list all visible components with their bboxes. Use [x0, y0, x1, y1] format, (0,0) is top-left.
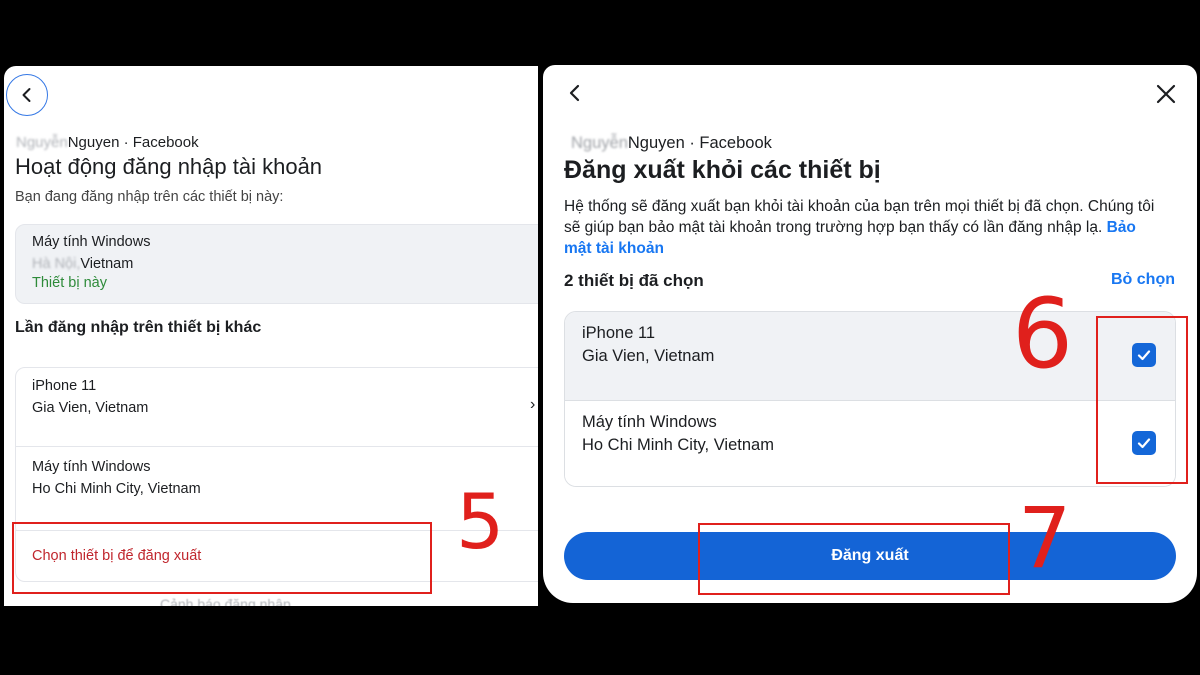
this-device-label: Thiết bị này — [32, 275, 107, 291]
step6-label: 6 — [1012, 278, 1074, 390]
device-location: Gia Vien, Vietnam — [582, 347, 715, 365]
device-location: Gia Vien, Vietnam — [32, 400, 149, 416]
account-breadcrumb: NguyễnNguyen · Facebook — [16, 134, 199, 151]
back-button[interactable] — [565, 83, 585, 108]
close-icon — [1156, 84, 1176, 104]
list-item[interactable]: iPhone 11 Gia Vien, Vietnam — [32, 378, 148, 416]
device-location: Ho Chi Minh City, Vietnam — [32, 481, 201, 497]
device-name: Máy tính Windows — [32, 459, 151, 475]
step5-highlight-box — [12, 522, 432, 594]
step6-highlight-box — [1096, 316, 1188, 484]
page-title: Hoạt động đăng nhập tài khoản — [15, 154, 323, 179]
blurred-location: Hà Nội, — [32, 256, 81, 272]
account-breadcrumb: NguyễnNguyen · Facebook — [571, 134, 772, 153]
list-item[interactable]: Máy tính Windows Ho Chi Minh City, Vietn… — [565, 400, 1175, 486]
device-name: Máy tính Windows — [582, 413, 717, 431]
selected-count: 2 thiết bị đã chọn — [564, 271, 704, 290]
device-location: Ho Chi Minh City, Vietnam — [582, 436, 774, 454]
divider — [16, 446, 538, 447]
list-item[interactable]: Máy tính Windows Ho Chi Minh City, Vietn… — [32, 459, 201, 497]
dialog-title: Đăng xuất khỏi các thiết bị — [564, 156, 881, 184]
list-item[interactable]: iPhone 11 Gia Vien, Vietnam — [565, 312, 1175, 400]
step5-label: 5 — [456, 477, 505, 566]
close-button[interactable] — [1155, 83, 1177, 110]
section-title: Lần đăng nhập trên thiết bị khác — [15, 319, 262, 336]
chevron-right-icon: › — [530, 396, 536, 413]
device-name: Máy tính Windows — [32, 234, 151, 250]
chevron-left-icon — [22, 88, 31, 102]
step7-highlight-box — [698, 523, 1010, 595]
device-name: iPhone 11 — [32, 378, 97, 394]
deselect-button[interactable]: Bỏ chọn — [1111, 271, 1175, 289]
account-suffix: Nguyen · Facebook — [67, 134, 199, 151]
current-device-card[interactable]: Máy tính Windows Hà Nội,Vietnam Thiết bị… — [15, 224, 538, 304]
dialog-description: Hệ thống sẽ đăng xuất bạn khỏi tài khoản… — [564, 198, 1155, 257]
page-subtitle: Bạn đang đăng nhập trên các thiết bị này… — [15, 189, 284, 205]
back-button[interactable] — [6, 74, 48, 116]
login-alerts-link[interactable]: Cảnh báo đăng nhập — [160, 596, 291, 606]
blurred-account-name: Nguyễn — [571, 134, 628, 152]
device-name: iPhone 11 — [582, 324, 656, 342]
step7-label: 7 — [1018, 489, 1072, 587]
account-suffix: Nguyen · Facebook — [627, 134, 772, 152]
device-list: iPhone 11 Gia Vien, Vietnam Máy tính Win… — [564, 311, 1176, 487]
chevron-left-icon — [569, 84, 580, 102]
blurred-account-name: Nguyễn — [16, 134, 68, 151]
device-location: Hà Nội,Vietnam — [32, 256, 134, 272]
